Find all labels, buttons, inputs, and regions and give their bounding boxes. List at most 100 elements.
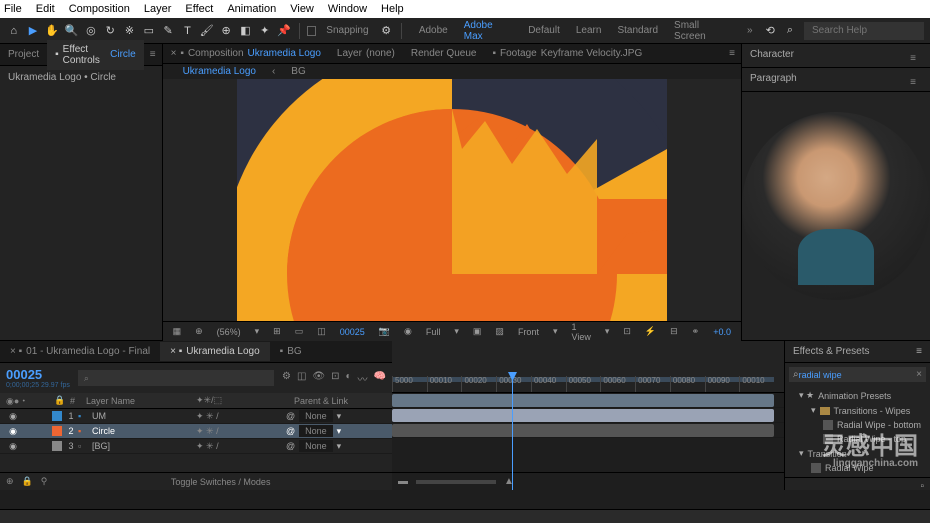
layer-name[interactable]: UM — [88, 411, 196, 421]
zoom-tool-icon[interactable]: 🔍 — [64, 23, 79, 39]
playhead[interactable] — [512, 377, 513, 490]
panel-menu-icon[interactable]: ≡ — [904, 73, 922, 86]
snapshot-icon[interactable]: 📷 — [375, 325, 394, 338]
workspace-standard[interactable]: Standard — [611, 23, 664, 38]
timeline-tracks[interactable]: 5000 00010 00020 00030 00040 00050 00060… — [392, 341, 784, 490]
workspace-learn[interactable]: Learn — [570, 23, 608, 38]
panel-menu-icon[interactable]: ≡ — [723, 44, 741, 63]
column-parent[interactable]: Parent & Link — [294, 396, 386, 406]
layer-row-2[interactable]: ◉ 2 ▪ Circle ✦ ✳ / @None▾ — [0, 424, 392, 439]
comp-breadcrumb-main[interactable]: Ukramedia Logo — [175, 64, 264, 79]
hand-tool-icon[interactable]: ✋ — [45, 23, 60, 39]
text-tool-icon[interactable]: T — [180, 23, 195, 39]
3dview-dropdown[interactable]: Front — [514, 326, 543, 338]
magnify-icon[interactable]: ⊕ — [191, 325, 207, 338]
menu-composition[interactable]: Composition — [69, 3, 130, 15]
tree-animation-presets[interactable]: ▾ ★ Animation Presets — [789, 388, 926, 403]
layer-name[interactable]: [BG] — [88, 441, 196, 451]
pickwhip-icon[interactable]: @ — [286, 426, 295, 436]
menu-window[interactable]: Window — [328, 3, 367, 15]
timeline-tab-main[interactable]: × ▪ Ukramedia Logo — [160, 342, 270, 361]
layer-clip-3[interactable] — [392, 424, 774, 437]
expand-icon[interactable]: ⊕ — [6, 476, 14, 487]
transparency-icon[interactable]: ▨ — [491, 325, 508, 338]
menu-file[interactable]: File — [4, 3, 22, 15]
selection-tool-icon[interactable]: ▶ — [25, 23, 40, 39]
rotate-tool-icon[interactable]: ↻ — [103, 23, 118, 39]
menu-layer[interactable]: Layer — [144, 3, 172, 15]
menu-help[interactable]: Help — [381, 3, 404, 15]
clear-search-icon[interactable]: × — [916, 369, 922, 380]
home-icon[interactable]: ⌂ — [6, 23, 21, 39]
visibility-icon[interactable]: ◉ — [6, 426, 20, 437]
channel-icon[interactable]: ◉ — [400, 325, 416, 338]
preset-radial-bottom[interactable]: Radial Wipe - bottom — [789, 418, 926, 432]
workspace-smallscreen[interactable]: Small Screen — [668, 18, 737, 44]
workspace-adobe[interactable]: Adobe — [413, 23, 454, 38]
preset-radial-top[interactable]: Radial Wipe - top — [789, 432, 926, 446]
grid-icon[interactable]: ⊞ — [269, 325, 285, 338]
shy-icon[interactable]: 👁 — [312, 371, 325, 386]
workspace-reset-icon[interactable]: ⟲ — [763, 23, 778, 39]
layer-clip-1[interactable] — [392, 394, 774, 407]
column-layername[interactable]: Layer Name — [86, 396, 196, 406]
puppet-tool-icon[interactable]: 📌 — [276, 23, 291, 39]
workspace-more[interactable]: » — [741, 23, 759, 38]
effects-search-input[interactable] — [799, 370, 917, 380]
timeline-tab-bg[interactable]: ▪ BG — [270, 342, 312, 361]
bone-icon[interactable]: ⚲ — [41, 476, 48, 487]
panel-menu-icon[interactable]: ≡ — [916, 346, 922, 357]
composition-viewer[interactable] — [163, 79, 741, 321]
timeline-icon[interactable]: ⊟ — [666, 325, 682, 338]
pickwhip-icon[interactable]: @ — [286, 441, 295, 451]
tab-renderqueue[interactable]: Render Queue — [403, 44, 485, 63]
menu-animation[interactable]: Animation — [227, 3, 276, 15]
pixel-aspect-icon[interactable]: ⊡ — [619, 325, 635, 338]
alpha-icon[interactable]: ▦ — [169, 325, 186, 338]
motion-blur-icon[interactable]: ◐ — [346, 371, 352, 386]
tab-layer[interactable]: Layer (none) — [329, 44, 403, 63]
roi-icon[interactable]: ▣ — [469, 325, 486, 338]
orbit-tool-icon[interactable]: ◎ — [83, 23, 98, 39]
tab-footage[interactable]: ▪ Footage Keyframe Velocity.JPG — [484, 44, 650, 63]
layer-clip-2[interactable] — [392, 409, 774, 422]
workspace-adobemax[interactable]: Adobe Max — [458, 18, 518, 44]
guides-icon[interactable]: ▭ — [291, 325, 308, 338]
parent-dropdown[interactable]: None — [299, 440, 333, 452]
mask-icon[interactable]: ◫ — [313, 325, 330, 338]
brush-tool-icon[interactable]: 🖌 — [199, 23, 214, 39]
comp-breadcrumb-bg[interactable]: BG — [283, 64, 313, 79]
comp-mini-flowchart-icon[interactable]: ⚙ — [282, 371, 291, 386]
panel-menu-icon[interactable]: ≡ — [144, 45, 162, 64]
res-toggle-icon[interactable]: ▾ — [251, 325, 264, 338]
layer-color-swatch[interactable] — [52, 411, 62, 421]
parent-dropdown[interactable]: None — [299, 410, 333, 422]
search-icon[interactable]: ⌕ — [782, 23, 798, 39]
anchor-tool-icon[interactable]: ※ — [122, 23, 137, 39]
visibility-icon[interactable]: ◉ — [6, 411, 20, 422]
shape-tool-icon[interactable]: ▭ — [141, 23, 156, 39]
tab-project[interactable]: Project — [0, 45, 47, 64]
menu-view[interactable]: View — [290, 3, 314, 15]
layer-color-swatch[interactable] — [52, 441, 62, 451]
workspace-default[interactable]: Default — [522, 23, 566, 38]
timeline-current-time[interactable]: 00025 — [6, 367, 66, 382]
resolution-dropdown[interactable]: Full — [422, 326, 445, 338]
fast-preview-icon[interactable]: ⚡ — [641, 325, 660, 338]
new-bin-icon[interactable]: ▫ — [920, 481, 924, 492]
eraser-tool-icon[interactable]: ◧ — [238, 23, 253, 39]
layer-row-1[interactable]: ◉ 1 ▪ UM ✦ ✳ / @None▾ — [0, 409, 392, 424]
tab-effect-controls[interactable]: ▪ Effect Controls Circle — [47, 40, 144, 70]
lock-icon[interactable]: 🔒 — [22, 476, 33, 487]
views-dropdown[interactable]: 1 View — [567, 321, 594, 343]
draft3d-icon[interactable]: ◫ — [297, 371, 306, 386]
character-panel-title[interactable]: Character — [750, 49, 794, 62]
parent-dropdown[interactable]: None — [299, 425, 333, 437]
tree-transition[interactable]: ▾ Transition — [789, 446, 926, 461]
snap-opts-icon[interactable]: ⚙ — [379, 23, 394, 39]
timeline-tab-final[interactable]: × ▪ 01 - Ukramedia Logo - Final — [0, 342, 160, 361]
toggle-switches-button[interactable]: Toggle Switches / Modes — [55, 477, 386, 487]
menu-effect[interactable]: Effect — [185, 3, 213, 15]
tab-composition[interactable]: ×▪ Composition Ukramedia Logo — [163, 44, 329, 63]
flowchart-icon[interactable]: ⚭ — [688, 325, 704, 338]
